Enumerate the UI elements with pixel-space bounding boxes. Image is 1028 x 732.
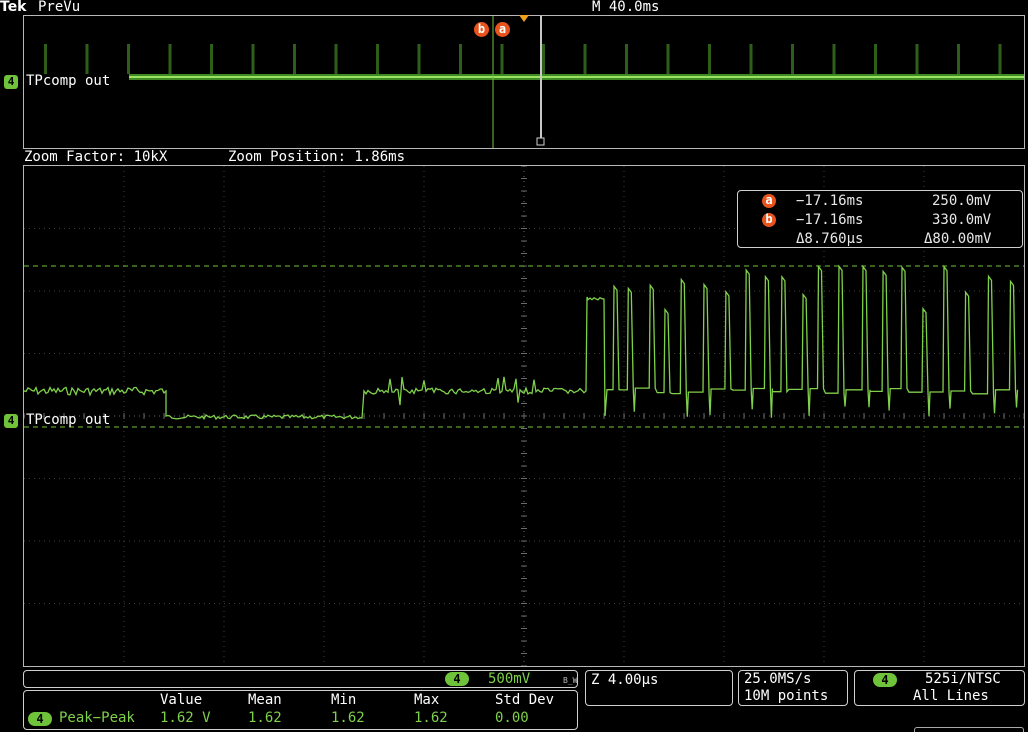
trigger-position-marker[interactable]: [519, 15, 529, 22]
meas-header-mean: Mean: [248, 692, 282, 708]
zoom-position-readout: Zoom Position: 1.86ms: [228, 149, 406, 165]
record-length-readout: 10M points: [744, 688, 829, 704]
overview-waveform-panel[interactable]: [23, 15, 1025, 149]
trigger-standard-readout: 525i/NTSC: [925, 671, 1001, 687]
overview-graticule: [44, 16, 1024, 148]
cursor-delta-time: Δ8.760µs: [796, 231, 864, 247]
meas-header-value: Value: [160, 692, 203, 708]
acquisition-box[interactable]: 25.0MS/s 10M points: [738, 670, 848, 706]
cursor-a-readout-marker: a: [762, 194, 776, 208]
meas-value: 1.62 V: [160, 710, 211, 726]
overview-cursor-a-marker[interactable]: a: [495, 22, 510, 37]
overview-zoom-handle: [536, 137, 545, 146]
zoom-scale-box[interactable]: Z 4.00µs: [585, 670, 733, 706]
measurement-panel[interactable]: Value Mean Min Max Std Dev 4 Peak−Peak 1…: [23, 690, 578, 730]
trigger-channel-badge: 4: [873, 673, 897, 687]
trigger-box[interactable]: 4 525i/NTSC All Lines: [854, 670, 1025, 706]
vertical-scale-readout: 500mV: [488, 671, 531, 687]
overview-cursor-b-marker[interactable]: b: [474, 22, 489, 37]
meas-name: Peak−Peak: [59, 710, 135, 726]
cursor-delta-value: Δ80.00mV: [924, 231, 992, 247]
timebase-readout[interactable]: M 40.0ms: [592, 0, 659, 14]
meas-mean: 1.62: [248, 710, 282, 726]
meas-channel-badge: 4: [28, 712, 52, 726]
main-channel-badge[interactable]: 4: [4, 414, 18, 428]
brand-label: Tek: [0, 0, 27, 15]
zoom-scale-readout: Z 4.00µs: [591, 672, 659, 688]
sample-rate-readout: 25.0MS/s: [744, 671, 812, 687]
bandwidth-limit-flag: B_W: [563, 676, 578, 685]
cursor-readout-box[interactable]: a −17.16ms 250.0mV b −17.16ms 330.0mV Δ8…: [737, 190, 1023, 248]
meas-min: 1.62: [331, 710, 365, 726]
acquisition-mode: PreVu: [38, 0, 81, 15]
overview-sync-pulses: [44, 44, 1002, 74]
meas-header-max: Max: [414, 692, 440, 708]
cursor-b-readout-marker: b: [762, 213, 776, 227]
cursor-a-time: −17.16ms: [796, 193, 864, 209]
cursor-a-value: 250.0mV: [932, 193, 992, 209]
meas-max: 1.62: [414, 710, 448, 726]
offscreen-panel-edge: [914, 727, 1024, 732]
overview-channel-label: TPcomp out: [26, 73, 111, 89]
overview-channel-badge[interactable]: 4: [4, 75, 18, 89]
zoom-factor-readout: Zoom Factor: 10kX: [24, 149, 168, 165]
meas-header-min: Min: [331, 692, 357, 708]
meas-header-std-dev: Std Dev: [495, 692, 555, 708]
scale-channel-badge: 4: [445, 672, 469, 686]
cursor-b-time: −17.16ms: [796, 212, 864, 228]
meas-std-dev: 0.00: [495, 710, 529, 726]
trigger-lines-readout: All Lines: [913, 688, 989, 704]
channel-scale-bar[interactable]: 4 500mV B_W: [23, 670, 578, 688]
zoom-waveform-trace: [24, 264, 1019, 421]
cursor-b-value: 330.0mV: [932, 212, 992, 228]
main-channel-label: TPcomp out: [26, 412, 111, 428]
